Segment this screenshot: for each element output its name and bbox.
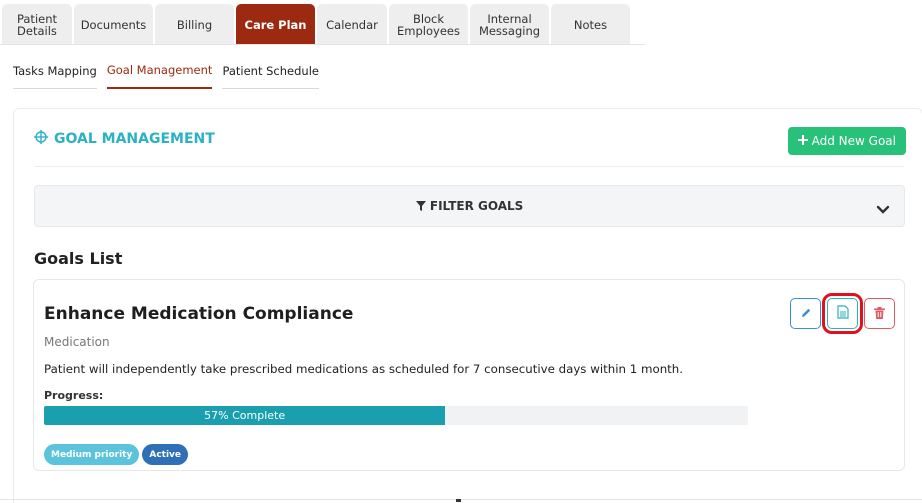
add-new-goal-button[interactable]: Add New Goal [787, 127, 906, 155]
tab-bar-divider [0, 44, 645, 45]
priority-badge: Medium priority [44, 444, 140, 465]
goal-name: Enhance Medication Compliance [44, 304, 354, 324]
goal-badges: Medium priority Active [44, 444, 189, 465]
top-tab-bar: Patient Details Documents Billing Care Pl… [2, 4, 630, 45]
panel-header: GOAL MANAGEMENT Add New Goal [34, 127, 906, 167]
edit-goal-button[interactable] [790, 298, 821, 329]
tab-documents[interactable]: Documents [74, 4, 153, 45]
chevron-down-icon[interactable] [876, 200, 890, 219]
crosshair-icon [34, 130, 48, 148]
tab-notes[interactable]: Notes [551, 4, 630, 45]
tab-label: Messaging [478, 23, 541, 38]
filter-goals-text: FILTER GOALS [429, 199, 524, 213]
subtab-goal-management[interactable]: Goal Management [106, 60, 213, 89]
tab-label: Care Plan [244, 17, 307, 32]
progress-bar-fill: 57% Complete [44, 406, 446, 425]
pencil-icon [800, 304, 812, 323]
tab-care-plan[interactable]: Care Plan [236, 4, 315, 45]
add-new-goal-label: Add New Goal [811, 134, 896, 148]
filter-icon [415, 199, 430, 213]
tab-label: Details [17, 23, 57, 38]
section-title: GOAL MANAGEMENT [34, 130, 215, 148]
document-icon [836, 304, 849, 323]
page-bottom-divider [0, 499, 922, 500]
filter-goals-label: FILTER GOALS [35, 199, 904, 213]
status-badge: Active [142, 444, 189, 465]
tab-label: Billing [176, 17, 213, 32]
goals-list-title: Goals List [34, 249, 123, 268]
progress-bar: 57% Complete [44, 406, 748, 425]
goal-card: Enhance Medication Compliance Medication… [33, 279, 905, 471]
subtab-patient-schedule[interactable]: Patient Schedule [222, 60, 319, 89]
tab-label: Employees [397, 23, 460, 38]
trash-icon [874, 304, 885, 323]
care-plan-subtabs: Tasks Mapping Goal Management Patient Sc… [13, 60, 319, 89]
progress-text: 57% Complete [204, 409, 286, 422]
tab-patient-details[interactable]: Patient Details [2, 4, 72, 45]
resize-handle [456, 499, 461, 502]
goal-actions [790, 293, 895, 334]
tab-label: Notes [573, 17, 608, 32]
view-goal-document-button[interactable] [822, 293, 863, 334]
goal-management-panel: GOAL MANAGEMENT Add New Goal FILTER GOAL… [13, 108, 922, 503]
plus-icon [797, 134, 808, 148]
tab-internal-messaging[interactable]: Internal Messaging [470, 4, 549, 45]
delete-goal-button[interactable] [864, 298, 895, 329]
goal-category: Medication [44, 335, 110, 349]
tab-billing[interactable]: Billing [155, 4, 234, 45]
filter-goals-bar[interactable]: FILTER GOALS [34, 185, 905, 227]
progress-label: Progress: [44, 389, 104, 402]
tab-block-employees[interactable]: Block Employees [389, 4, 468, 45]
tab-calendar[interactable]: Calendar [317, 4, 387, 45]
section-title-text: GOAL MANAGEMENT [54, 131, 215, 147]
subtab-tasks-mapping[interactable]: Tasks Mapping [13, 60, 97, 89]
tab-label: Calendar [326, 17, 378, 32]
goal-description: Patient will independently take prescrib… [44, 362, 684, 376]
tab-label: Documents [80, 17, 147, 32]
